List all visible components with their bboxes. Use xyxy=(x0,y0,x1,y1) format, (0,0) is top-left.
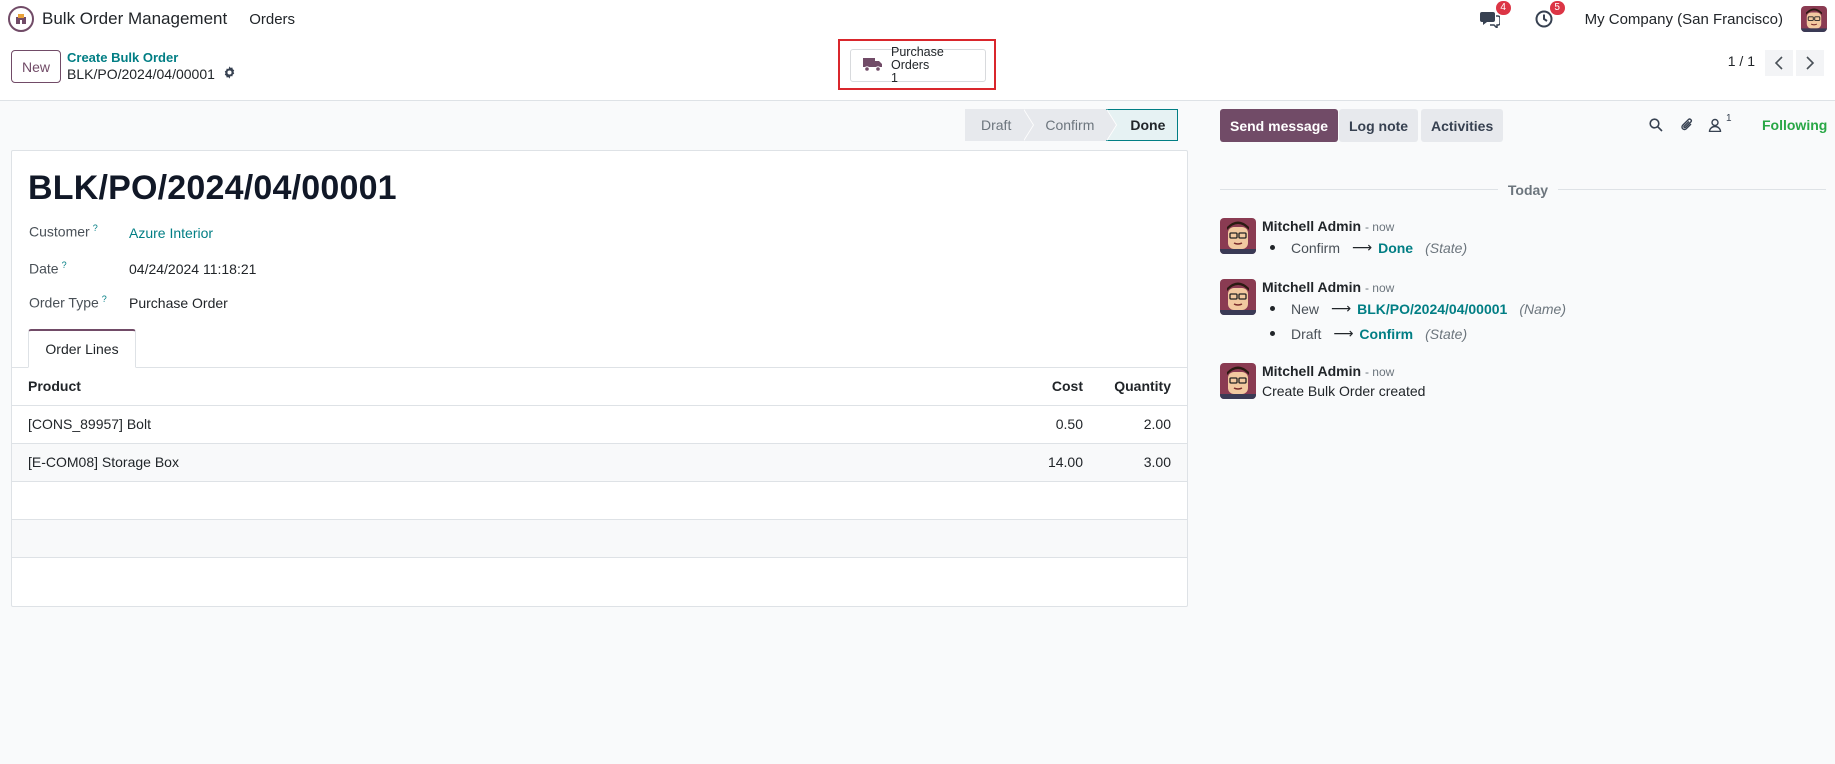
breadcrumb-parent[interactable]: Create Bulk Order xyxy=(67,50,178,65)
breadcrumb-current: BLK/PO/2024/04/00001 xyxy=(67,66,215,82)
chevron-right-icon[interactable] xyxy=(1796,50,1824,76)
empty-row xyxy=(12,481,1187,520)
user-avatar[interactable] xyxy=(1801,6,1827,32)
chatter-message: Mitchell Admin - now Confirm ⟶ Done (Sta… xyxy=(1220,218,1826,268)
messages-badge: 4 xyxy=(1495,1,1511,15)
line-product[interactable]: [CONS_89957] Bolt xyxy=(12,405,991,444)
message-date: - now xyxy=(1364,365,1395,379)
search-icon[interactable] xyxy=(1647,116,1665,134)
date-separator: Today xyxy=(1220,180,1826,200)
stage-confirm[interactable]: Confirm xyxy=(1023,109,1118,141)
activities-button[interactable]: Activities xyxy=(1421,109,1504,142)
menu-orders[interactable]: Orders xyxy=(249,11,295,28)
top-navbar: Bulk Order Management Orders 4 5 My Comp… xyxy=(0,0,1835,38)
tracking-old: Confirm xyxy=(1291,239,1341,256)
record-title: BLK/PO/2024/04/00001 xyxy=(28,169,397,207)
tracking-field: (Name) xyxy=(1519,300,1566,317)
new-button[interactable]: New xyxy=(11,50,62,83)
column-cost[interactable]: Cost xyxy=(991,368,1091,406)
purchase-orders-smart-button[interactable]: Purchase Orders 1 xyxy=(850,45,986,85)
status-bar: Draft Confirm Done xyxy=(965,109,1179,141)
message-date: - now xyxy=(1364,281,1395,295)
app-icon[interactable] xyxy=(8,6,34,32)
chatter-message: Mitchell Admin - now Create Bulk Order c… xyxy=(1220,363,1826,403)
smart-button-label: Purchase Orders xyxy=(891,45,944,72)
stage-draft-label: Draft xyxy=(981,117,1012,133)
column-quantity[interactable]: Quantity xyxy=(1091,368,1187,406)
line-cost[interactable]: 14.00 xyxy=(991,443,1091,482)
line-product[interactable]: [E-COM08] Storage Box xyxy=(12,443,991,482)
empty-row xyxy=(12,557,1187,595)
tracking-new: Done xyxy=(1378,239,1414,256)
table-header: Product Cost Quantity xyxy=(12,368,1187,406)
tracking-old: New xyxy=(1291,300,1320,317)
chatter-message: Mitchell Admin - now New ⟶ BLK/PO/2024/0… xyxy=(1220,279,1826,349)
message-date: - now xyxy=(1364,220,1395,234)
column-product[interactable]: Product xyxy=(12,368,991,406)
help-icon[interactable]: ? xyxy=(102,294,107,304)
help-icon[interactable]: ? xyxy=(93,223,98,233)
app-name[interactable]: Bulk Order Management xyxy=(42,9,227,29)
table-row[interactable]: [E-COM08] Storage Box 14.00 3.00 xyxy=(12,443,1187,482)
tab-order-lines[interactable]: Order Lines xyxy=(28,329,136,368)
log-note-button[interactable]: Log note xyxy=(1339,109,1419,142)
message-body: Create Bulk Order created xyxy=(1262,383,1426,399)
stage-draft[interactable]: Draft xyxy=(965,109,1035,141)
message-author[interactable]: Mitchell Admin xyxy=(1262,363,1361,379)
line-quantity[interactable]: 2.00 xyxy=(1091,405,1187,444)
smart-button-count: 1 xyxy=(891,71,898,85)
truck-icon xyxy=(863,56,883,75)
arrow-right-icon: ⟶ xyxy=(1333,325,1354,341)
tracking-value: Confirm ⟶ Done (State) xyxy=(1270,239,1467,256)
customer-label-text: Customer xyxy=(29,223,90,240)
send-message-button[interactable]: Send message xyxy=(1220,109,1339,142)
control-panel: New Create Bulk Order BLK/PO/2024/04/000… xyxy=(0,38,1835,101)
stage-confirm-label: Confirm xyxy=(1045,117,1095,133)
order-lines-table: Product Cost Quantity [CONS_89957] Bolt … xyxy=(12,368,1187,595)
followers-count: 1 xyxy=(1726,113,1732,124)
stage-done-label: Done xyxy=(1130,117,1166,133)
breadcrumb: BLK/PO/2024/04/00001 xyxy=(67,66,236,82)
message-author[interactable]: Mitchell Admin xyxy=(1262,279,1361,295)
arrow-right-icon: ⟶ xyxy=(1352,239,1373,255)
line-quantity[interactable]: 3.00 xyxy=(1091,443,1187,482)
date-separator-label: Today xyxy=(1507,182,1549,198)
empty-row xyxy=(12,519,1187,558)
tracking-new: BLK/PO/2024/04/00001 xyxy=(1357,300,1508,317)
date-label-text: Date xyxy=(29,260,59,277)
author-avatar[interactable] xyxy=(1220,363,1256,399)
pager-value[interactable]: 1 / 1 xyxy=(1728,53,1755,69)
tracking-field: (State) xyxy=(1425,325,1468,342)
tracking-value: New ⟶ BLK/PO/2024/04/00001 (Name) xyxy=(1270,300,1566,317)
order-type-label: Order Type? xyxy=(29,294,107,311)
tracking-value: Draft ⟶ Confirm (State) xyxy=(1270,325,1467,342)
order-type-field[interactable]: Purchase Order xyxy=(129,295,228,311)
date-label: Date? xyxy=(29,260,67,277)
chevron-left-icon[interactable] xyxy=(1765,50,1793,76)
tracking-field: (State) xyxy=(1425,239,1468,256)
author-avatar[interactable] xyxy=(1220,279,1256,315)
clock-icon[interactable]: 5 xyxy=(1533,1,1565,30)
company-switcher[interactable]: My Company (San Francisco) xyxy=(1585,11,1783,28)
order-type-label-text: Order Type xyxy=(29,294,99,311)
tracking-old: Draft xyxy=(1291,325,1322,342)
activities-badge: 5 xyxy=(1549,1,1565,15)
author-avatar[interactable] xyxy=(1220,218,1256,254)
paperclip-icon[interactable] xyxy=(1678,116,1696,134)
help-icon[interactable]: ? xyxy=(62,260,67,270)
customer-label: Customer? xyxy=(29,223,98,240)
smart-button-highlight: Purchase Orders 1 xyxy=(838,39,996,90)
date-field[interactable]: 04/24/2024 11:18:21 xyxy=(129,261,256,277)
table-row[interactable]: [CONS_89957] Bolt 0.50 2.00 xyxy=(12,405,1187,444)
tracking-new: Confirm xyxy=(1359,325,1414,342)
user-icon[interactable] xyxy=(1706,116,1724,134)
line-cost[interactable]: 0.50 xyxy=(991,405,1091,444)
customer-field[interactable]: Azure Interior xyxy=(129,225,213,241)
arrow-right-icon: ⟶ xyxy=(1331,300,1352,316)
form-sheet: BLK/PO/2024/04/00001 Customer? Azure Int… xyxy=(11,150,1188,607)
chat-icon[interactable]: 4 xyxy=(1479,1,1511,30)
gear-icon[interactable] xyxy=(223,66,236,82)
following-button[interactable]: Following xyxy=(1762,117,1827,133)
message-author[interactable]: Mitchell Admin xyxy=(1262,218,1361,234)
